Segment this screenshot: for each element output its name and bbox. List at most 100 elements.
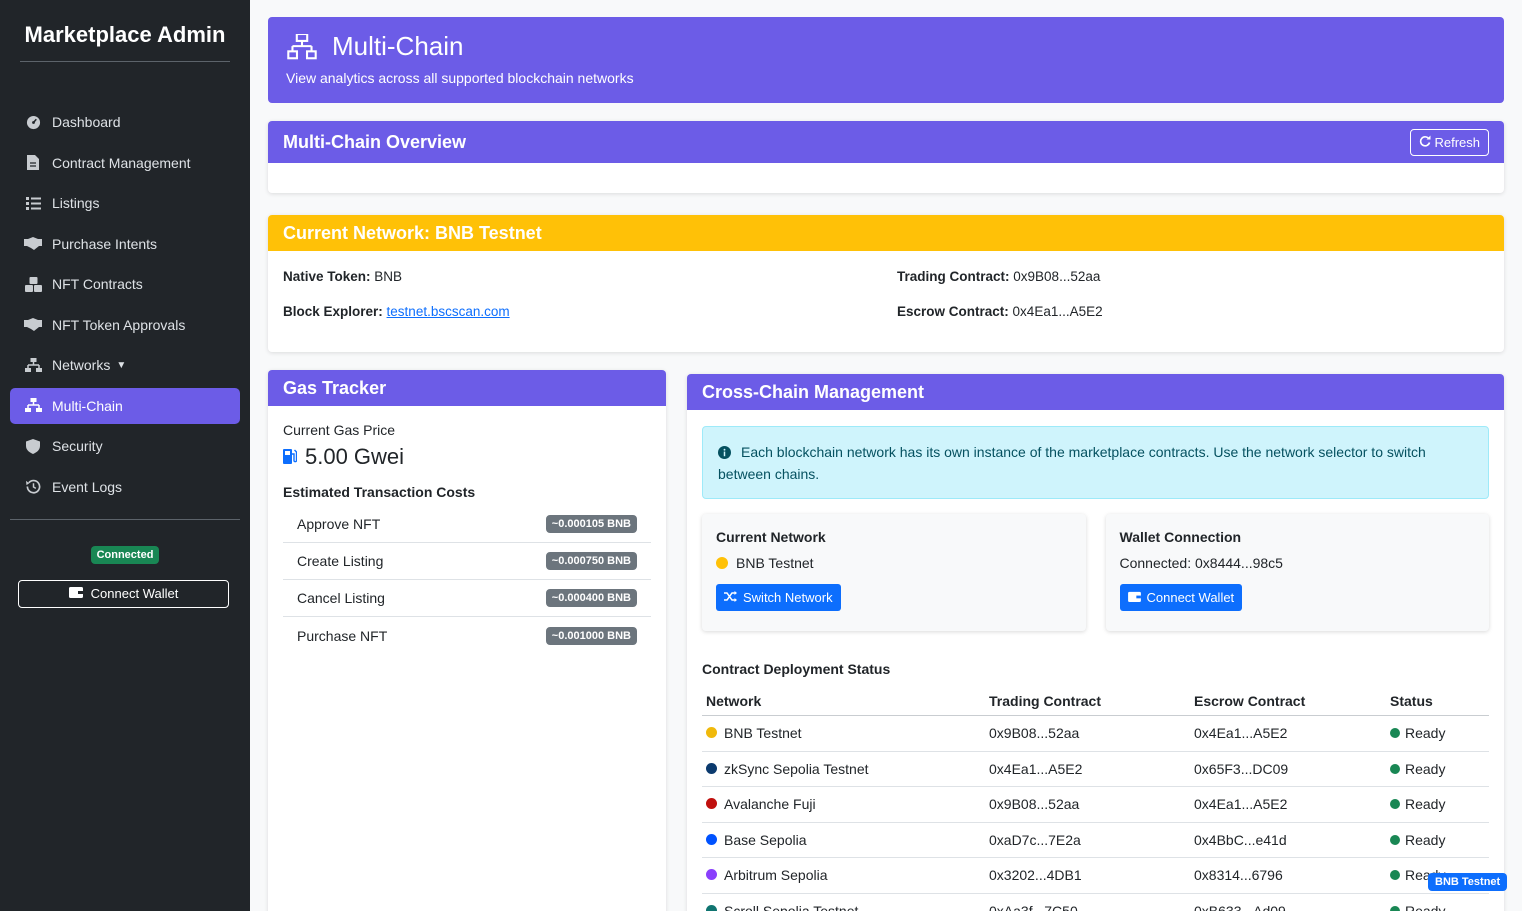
escrow-contract-row: Escrow Contract: 0x4Ea1...A5E2	[897, 304, 1489, 319]
escrow-contract-label: Escrow Contract:	[897, 304, 1009, 319]
sidebar-item-label: NFT Contracts	[52, 276, 143, 292]
shuffle-icon	[724, 590, 737, 605]
column-header: Network	[702, 689, 985, 716]
deployment-table: Network Trading Contract Escrow Contract…	[702, 689, 1489, 911]
overview-card: Multi-Chain Overview Refresh	[268, 121, 1504, 193]
status-text: Ready	[1405, 902, 1446, 911]
cost-badge: ~0.000750 BNB	[545, 552, 637, 570]
connect-wallet-label: Connect Wallet	[1146, 590, 1235, 605]
column-header: Status	[1386, 689, 1489, 716]
sidebar-item-label: Contract Management	[52, 154, 191, 171]
chevron-down-icon: ▼	[116, 359, 127, 371]
sidebar-item-label: Listings	[52, 195, 100, 211]
column-header: Escrow Contract	[1190, 689, 1386, 716]
wallet-connection-panel: Wallet Connection Connected: 0x8444...98…	[1105, 514, 1489, 631]
wallet-connection-title: Wallet Connection	[1119, 529, 1242, 545]
list-item: Cancel Listing ~0.000400 BNB	[283, 580, 651, 617]
cost-label: Approve NFT	[297, 516, 381, 532]
gas-price-label: Current Gas Price	[283, 422, 396, 438]
status-dot	[1390, 728, 1400, 739]
native-token-row: Native Token: BNB	[283, 269, 897, 284]
page-header: Multi-Chain View analytics across all su…	[268, 17, 1504, 103]
network-name: Avalanche Fuji	[724, 796, 816, 813]
current-network-card: Current Network: BNB Testnet Native Toke…	[268, 215, 1504, 352]
status-dot	[1390, 763, 1400, 774]
gas-price-value: 5.00 Gwei	[305, 444, 405, 469]
sidebar-item-nft-contracts[interactable]: NFT Contracts	[10, 266, 240, 302]
block-explorer-label: Block Explorer:	[283, 304, 383, 319]
network-icon	[24, 398, 42, 413]
escrow-cell: 0x4BbC...e41d	[1190, 822, 1386, 858]
status-dot	[1390, 834, 1400, 845]
switch-network-label: Switch Network	[743, 590, 833, 605]
file-icon	[24, 155, 42, 170]
handshake-icon	[24, 318, 42, 331]
connect-wallet-button[interactable]: Connect Wallet	[18, 579, 229, 608]
network-dot	[716, 557, 728, 569]
cost-label: Create Listing	[297, 553, 384, 569]
status-dot	[1390, 870, 1400, 881]
cost-badge: ~0.001000 BNB	[545, 626, 637, 645]
table-row: Base Sepolia 0xaD7c...7E2a 0x4BbC...e41d…	[702, 822, 1489, 858]
sidebar-item-contract-management[interactable]: Contract Management	[10, 145, 240, 181]
refresh-button[interactable]: Refresh	[1410, 128, 1489, 156]
cost-label: Cancel Listing	[297, 590, 385, 606]
network-icon	[24, 357, 42, 373]
sidebar-item-purchase-intents[interactable]: Purchase Intents	[10, 226, 240, 262]
refresh-label: Refresh	[1434, 134, 1480, 150]
sidebar-item-nft-token-approvals[interactable]: NFT Token Approvals	[10, 307, 240, 343]
status-dot	[1390, 905, 1400, 911]
app-title: Marketplace Admin	[20, 0, 230, 62]
network-indicator-badge[interactable]: BNB Testnet	[1428, 873, 1508, 891]
network-dot	[706, 904, 717, 911]
network-dot	[706, 869, 717, 881]
trading-contract-label: Trading Contract:	[897, 269, 1010, 284]
sidebar-item-security[interactable]: Security	[10, 428, 240, 464]
table-row: Scroll Sepolia Testnet 0xAa3f...7C50 0xB…	[702, 893, 1489, 911]
sidebar-item-event-logs[interactable]: Event Logs	[10, 469, 240, 505]
connect-wallet-button[interactable]: Connect Wallet	[1119, 584, 1243, 611]
main-content: Multi-Chain View analytics across all su…	[268, 0, 1504, 911]
cubes-icon	[24, 276, 42, 292]
cross-chain-card: Cross-Chain Management Each blockchain n…	[687, 374, 1504, 911]
sidebar-item-label: Networks	[52, 357, 111, 373]
status-text: Ready	[1405, 760, 1446, 777]
gas-pump-icon	[283, 444, 298, 470]
refresh-icon	[1419, 135, 1431, 150]
sidebar-item-label: Purchase Intents	[52, 235, 158, 252]
current-network-panel: Current Network BNB Testnet Switch Netwo…	[702, 514, 1086, 631]
status-badge: Connected	[91, 545, 159, 564]
block-explorer-link[interactable]: testnet.bscscan.com	[387, 304, 510, 319]
sidebar-item-networks[interactable]: Networks ▼	[10, 347, 240, 383]
native-token-label: Native Token:	[283, 269, 371, 284]
page-subtitle: View analytics across all supported bloc…	[286, 70, 634, 86]
status-text: Ready	[1405, 725, 1446, 742]
cost-list: Approve NFT ~0.000105 BNB Create Listing ~…	[283, 506, 651, 654]
sidebar-nav: Dashboard Contract Management Listings P…	[0, 104, 250, 505]
gas-tracker-title: Gas Tracker	[283, 377, 387, 398]
deployment-status-title: Contract Deployment Status	[702, 661, 891, 677]
sidebar-item-label: Event Logs	[52, 478, 123, 495]
cost-badge: ~0.000400 BNB	[545, 589, 637, 607]
sidebar-item-listings[interactable]: Listings	[10, 185, 240, 221]
escrow-cell: 0x4Ea1...A5E2	[1190, 786, 1386, 823]
sidebar-item-multi-chain[interactable]: Multi-Chain	[10, 387, 240, 424]
list-item: Purchase NFT ~0.001000 BNB	[283, 617, 651, 654]
shield-icon	[24, 438, 42, 454]
sidebar-item-label: Dashboard	[52, 114, 121, 130]
wallet-icon	[1127, 590, 1141, 605]
status-dot	[1390, 799, 1400, 810]
sidebar-item-label: Multi-Chain	[52, 397, 123, 414]
switch-network-button[interactable]: Switch Network	[716, 584, 841, 611]
escrow-cell: 0x65F3...DC09	[1190, 751, 1386, 787]
network-dot	[706, 798, 717, 810]
sidebar-item-dashboard[interactable]: Dashboard	[10, 104, 240, 140]
cost-label: Purchase NFT	[297, 627, 388, 644]
trading-cell: 0x4Ea1...A5E2	[985, 751, 1190, 787]
cost-badge: ~0.000105 BNB	[545, 515, 637, 533]
current-network-name: BNB Testnet	[736, 555, 814, 571]
column-header: Trading Contract	[985, 689, 1190, 716]
network-name: Arbitrum Sepolia	[724, 867, 828, 884]
table-row: Avalanche Fuji 0x9B08...52aa 0x4Ea1...A5…	[702, 786, 1489, 823]
sidebar-item-label: NFT Token Approvals	[52, 316, 186, 333]
